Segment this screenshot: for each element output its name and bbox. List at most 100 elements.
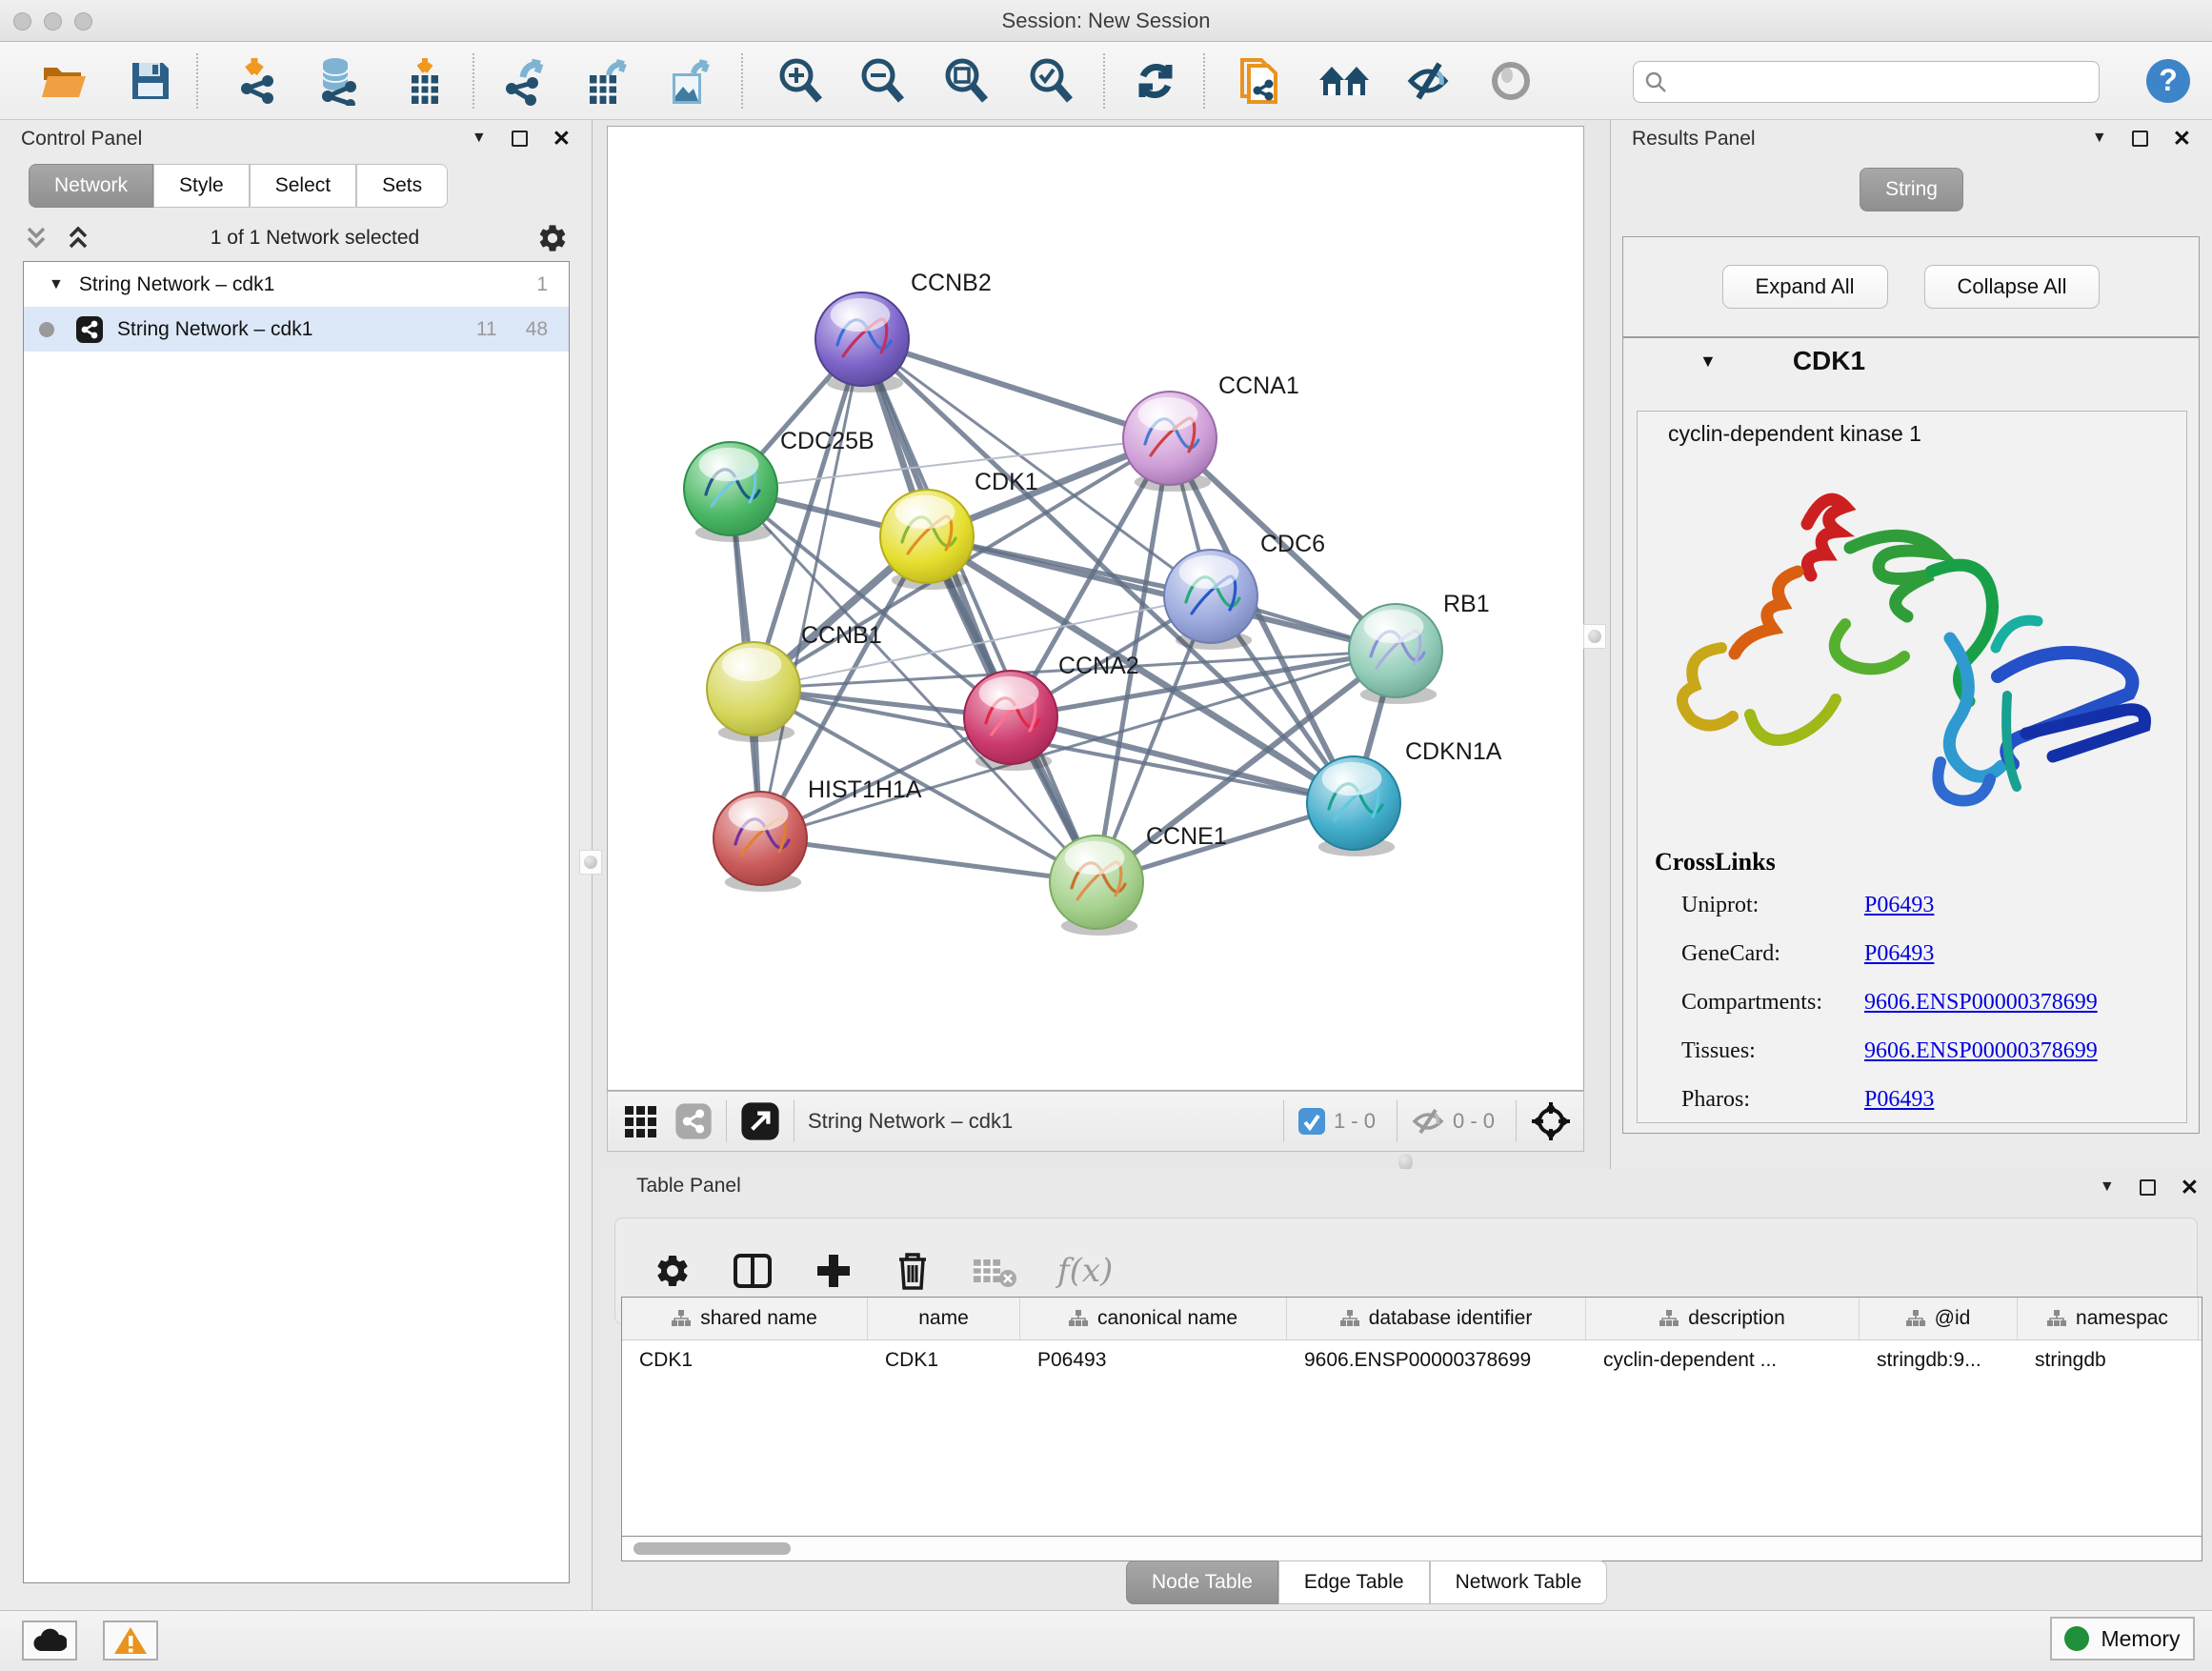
network-collection-row[interactable]: ▼ String Network – cdk1 1 (24, 262, 569, 307)
cloud-status-button[interactable] (22, 1621, 77, 1661)
expand-all-icon[interactable] (65, 225, 93, 252)
export-image-button[interactable] (663, 56, 716, 106)
first-neighbors-button[interactable] (1233, 56, 1286, 106)
edge-CDK1-RB1[interactable] (927, 536, 1396, 651)
selected-checkbox-icon[interactable] (1297, 1107, 1326, 1136)
crosslink-value-link[interactable]: P06493 (1864, 893, 1934, 918)
hidden-eye-icon[interactable] (1411, 1107, 1445, 1136)
zoom-fit-button[interactable] (939, 56, 993, 106)
tab-select[interactable]: Select (250, 164, 356, 208)
import-database-icon (312, 56, 362, 106)
show-columns-icon[interactable] (732, 1250, 774, 1292)
network-share-icon[interactable] (674, 1102, 713, 1140)
column-header[interactable]: shared name (622, 1298, 868, 1339)
tree-expand-icon[interactable]: ▼ (49, 276, 64, 293)
column-header[interactable]: @id (1860, 1298, 2018, 1339)
string-network-graph[interactable]: CCNB2CCNA1CDC25BCDK1CDC6RB1CCNB1CCNA2CDK… (608, 127, 1583, 1090)
gene-collapse-icon[interactable]: ▼ (1699, 352, 1717, 372)
import-network-database-button[interactable] (311, 56, 364, 106)
control-panel-close-icon[interactable]: ✕ (553, 131, 571, 147)
open-in-new-icon[interactable] (740, 1101, 780, 1141)
node-CDC25B[interactable] (684, 442, 777, 542)
show-graphics-button[interactable] (1484, 56, 1538, 106)
fit-selected-crosshair-icon[interactable] (1530, 1100, 1572, 1142)
table-horizontal-scrollbar[interactable] (621, 1537, 2202, 1561)
right-splitter-handle[interactable] (1583, 624, 1606, 649)
column-header[interactable]: canonical name (1020, 1298, 1287, 1339)
left-splitter-handle[interactable] (579, 850, 602, 875)
memory-button[interactable]: Memory (2050, 1617, 2195, 1661)
column-header[interactable]: namespac (2018, 1298, 2199, 1339)
search-input[interactable] (1668, 71, 2078, 93)
expand-all-button[interactable]: Expand All (1722, 265, 1888, 309)
collection-count: 1 (536, 273, 548, 296)
gear-icon[interactable] (536, 222, 569, 254)
edge-CCNB2-CCNA1[interactable] (862, 339, 1170, 438)
edge-CCNB2-HIST1H1A[interactable] (760, 339, 862, 838)
crosslink-value-link[interactable]: 9606.ENSP00000378699 (1864, 990, 2098, 1016)
zoom-in-button[interactable] (774, 56, 827, 106)
network-row-selected[interactable]: String Network – cdk1 11 48 (24, 307, 569, 352)
tab-edge-table[interactable]: Edge Table (1278, 1560, 1430, 1604)
tab-string[interactable]: String (1860, 168, 1963, 211)
control-panel-float-icon[interactable] (512, 131, 528, 147)
node-RB1[interactable] (1349, 604, 1442, 704)
hide-unhide-button[interactable] (1401, 56, 1455, 106)
import-network-file-button[interactable] (231, 56, 285, 106)
export-network-button[interactable] (498, 56, 552, 106)
crosslink-value-link[interactable]: P06493 (1864, 941, 1934, 967)
apply-layout-button[interactable] (1129, 56, 1182, 106)
node-CCNE1[interactable] (1050, 836, 1143, 936)
table-panel-menu-icon[interactable]: ▼ (2100, 1178, 2115, 1196)
control-panel-menu-icon[interactable]: ▼ (472, 130, 487, 147)
function-builder-icon[interactable]: f(x) (1057, 1252, 1113, 1290)
column-header[interactable]: description (1586, 1298, 1860, 1339)
table-row[interactable]: CDK1CDK1P064939606.ENSP00000378699cyclin… (622, 1340, 2202, 1380)
node-label-CCNA1: CCNA1 (1218, 372, 1299, 399)
tab-node-table[interactable]: Node Table (1126, 1560, 1278, 1604)
import-table-button[interactable] (398, 56, 452, 106)
delete-table-icon[interactable] (972, 1252, 1017, 1290)
edge-HIST1H1A-CCNE1[interactable] (760, 838, 1096, 882)
collapse-all-icon[interactable] (23, 225, 51, 252)
results-gene-section: ▼ CDK1 cyclin-dependent kinase 1 (1622, 337, 2200, 1134)
scrollbar-thumb[interactable] (633, 1542, 791, 1555)
node-CCNB1[interactable] (707, 642, 800, 742)
node-HIST1H1A[interactable] (714, 792, 807, 892)
column-header[interactable]: database identifier (1287, 1298, 1586, 1339)
table-settings-gear-icon[interactable] (654, 1252, 692, 1290)
delete-column-icon[interactable] (894, 1250, 932, 1292)
node-label-RB1: RB1 (1443, 591, 1490, 617)
table-panel-close-icon[interactable]: ✕ (2181, 1179, 2199, 1196)
open-session-button[interactable] (38, 56, 91, 106)
home-networks-button[interactable] (1317, 56, 1371, 106)
zoom-out-button[interactable] (855, 56, 909, 106)
collapse-all-button[interactable]: Collapse All (1924, 265, 2101, 309)
crosslink-value-link[interactable]: P06493 (1864, 1087, 1934, 1113)
tab-network-table[interactable]: Network Table (1430, 1560, 1608, 1604)
crosslink-value-link[interactable]: 9606.ENSP00000378699 (1864, 1038, 2098, 1064)
results-panel-menu-icon[interactable]: ▼ (2092, 130, 2107, 147)
birds-eye-grid-icon[interactable] (623, 1102, 661, 1140)
node-CDKN1A[interactable] (1307, 756, 1400, 856)
node-table[interactable]: shared namenamecanonical namedatabase id… (621, 1297, 2202, 1537)
tab-style[interactable]: Style (153, 164, 250, 208)
node-CCNA1[interactable] (1123, 392, 1217, 492)
zoom-selected-button[interactable] (1024, 56, 1077, 106)
add-column-icon[interactable] (814, 1251, 854, 1291)
network-canvas[interactable]: CCNB2CCNA1CDC25BCDK1CDC6RB1CCNB1CCNA2CDK… (607, 126, 1584, 1091)
export-table-button[interactable] (580, 56, 633, 106)
table-cell: CDK1 (868, 1340, 1020, 1380)
toolbar-search (1633, 61, 2100, 103)
column-header[interactable]: name (868, 1298, 1020, 1339)
table-panel-float-icon[interactable] (2140, 1179, 2156, 1196)
save-session-button[interactable] (124, 56, 177, 106)
node-CDK1[interactable] (880, 490, 974, 590)
network-collection-label: String Network – cdk1 (79, 273, 274, 296)
help-button[interactable]: ? (2142, 56, 2195, 106)
results-panel-close-icon[interactable]: ✕ (2173, 131, 2191, 147)
results-panel-float-icon[interactable] (2132, 131, 2148, 147)
tab-sets[interactable]: Sets (356, 164, 448, 208)
warnings-button[interactable] (103, 1621, 158, 1661)
tab-network[interactable]: Network (29, 164, 153, 208)
